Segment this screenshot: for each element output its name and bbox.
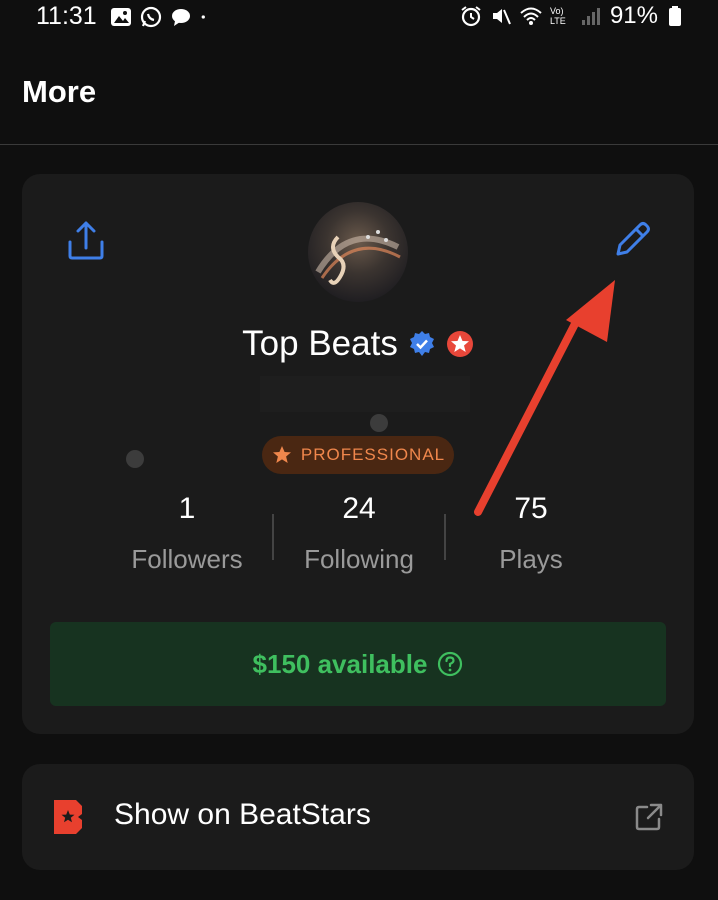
- stat-label: Following: [304, 544, 414, 574]
- profile-name: Top Beats: [242, 324, 398, 363]
- network-type: Vo) LTE: [549, 6, 566, 26]
- verified-badge-icon: [409, 331, 434, 356]
- status-bar: 11:31 Vo) LTE 91%: [0, 0, 718, 36]
- external-link-icon: [635, 803, 663, 831]
- decorative-dot: [370, 414, 388, 432]
- help-circle-icon[interactable]: [437, 651, 463, 677]
- stat-following[interactable]: 24 Following: [274, 492, 444, 575]
- battery-icon: [669, 6, 681, 26]
- wifi-icon: [520, 7, 542, 25]
- mute-icon: [492, 9, 511, 25]
- share-icon[interactable]: [66, 218, 106, 262]
- whatsapp-icon: [140, 6, 162, 28]
- star-icon: [272, 446, 291, 463]
- redacted-handle: [260, 376, 470, 412]
- chat-icon: [172, 9, 190, 26]
- balance-button[interactable]: $150 available: [50, 622, 666, 706]
- stat-value: 1: [178, 492, 196, 525]
- page-title: More: [22, 74, 97, 109]
- stat-value: 24: [342, 492, 376, 525]
- status-right: Vo) LTE 91%: [460, 2, 688, 30]
- stat-followers[interactable]: 1 Followers: [102, 492, 272, 575]
- alarm-icon: [461, 6, 481, 27]
- status-time: 11:31: [36, 2, 97, 30]
- gallery-icon: [111, 8, 131, 26]
- battery-percent: 91%: [609, 2, 658, 29]
- more-notifications-dot-icon: [201, 15, 205, 19]
- signal-icon: [581, 8, 600, 25]
- header: More: [0, 36, 718, 145]
- edit-pencil-icon[interactable]: [610, 218, 654, 262]
- annotation-arrow: [474, 280, 615, 516]
- balance-text: $150 available: [252, 648, 428, 679]
- decorative-dot: [126, 450, 144, 468]
- beatstars-label: Show on BeatStars: [114, 798, 371, 831]
- beatstars-logo-icon: [54, 800, 82, 834]
- stat-label: Followers: [131, 544, 243, 574]
- professional-badge: PROFESSIONAL: [262, 436, 454, 474]
- show-on-beatstars-row[interactable]: Show on BeatStars: [22, 764, 694, 870]
- avatar[interactable]: [308, 202, 408, 302]
- notification-icons: [110, 6, 212, 28]
- professional-label: PROFESSIONAL: [300, 445, 446, 464]
- stat-label: Plays: [499, 544, 563, 574]
- music-art-icon: [315, 230, 401, 285]
